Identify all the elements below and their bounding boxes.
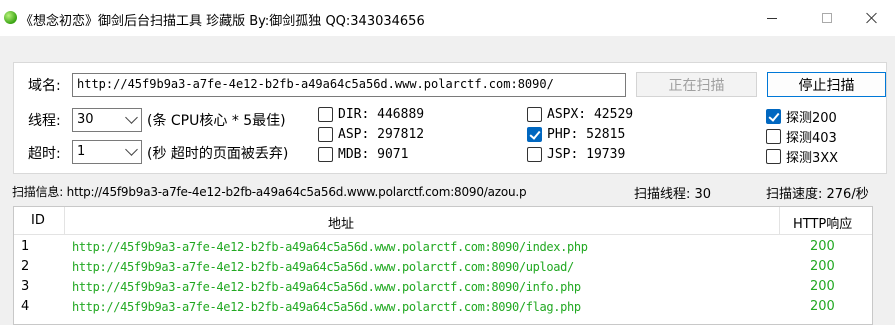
timeout-hint: (秒 超时的页面被丢弃) xyxy=(147,146,289,162)
row-url: http://45f9b9a3-a7fe-4e12-b2fb-a49a64c5a… xyxy=(72,280,581,294)
scan-threads: 扫描线程: 30 xyxy=(634,187,712,202)
checkbox-probe-3xx-label: 探测3XX xyxy=(786,151,839,166)
threads-hint: (条 CPU核心 * 5最佳) xyxy=(147,113,286,129)
checkbox-aspx[interactable]: ASPX: 42529 xyxy=(527,107,633,122)
row-id: 4 xyxy=(21,299,30,314)
threads-select[interactable]: 30 xyxy=(72,108,142,132)
timeout-value: 1 xyxy=(77,144,86,159)
chevron-down-icon xyxy=(125,143,138,156)
scrollbar[interactable] xyxy=(877,206,895,325)
checkbox-box[interactable] xyxy=(318,127,333,142)
timeout-label: 超时: xyxy=(28,146,61,162)
stop-scan-button[interactable]: 停止扫描 xyxy=(767,72,886,97)
checkbox-aspx-label: ASPX: 42529 xyxy=(547,107,634,122)
app-icon xyxy=(4,11,17,24)
checkbox-box[interactable] xyxy=(766,149,781,164)
checkbox-probe-403[interactable]: 探测403 xyxy=(766,127,837,146)
close-icon xyxy=(866,12,878,24)
checkbox-jsp-label: JSP: 19739 xyxy=(547,147,626,162)
minimize-icon xyxy=(767,17,777,19)
domain-label: 域名: xyxy=(28,78,61,94)
timeout-select[interactable]: 1 xyxy=(72,140,142,164)
checkbox-php-label: PHP: 52815 xyxy=(547,127,626,142)
checkbox-dir[interactable]: DIR: 446889 xyxy=(318,107,424,122)
close-button[interactable] xyxy=(849,0,895,36)
checkbox-box[interactable] xyxy=(766,129,781,144)
checkbox-mdb[interactable]: MDB: 9071 xyxy=(318,147,408,162)
checkbox-asp[interactable]: ASP: 297812 xyxy=(318,127,424,142)
table-row[interactable]: 2 http://45f9b9a3-a7fe-4e12-b2fb-a49a64c… xyxy=(14,257,872,277)
chevron-down-icon xyxy=(125,111,138,124)
row-id: 2 xyxy=(21,259,30,274)
checkbox-box[interactable] xyxy=(527,147,542,162)
checkbox-probe-3xx[interactable]: 探测3XX xyxy=(766,147,838,166)
checkbox-box[interactable] xyxy=(527,107,542,122)
results-header: ID 地址 HTTP响应 xyxy=(14,207,872,235)
minimize-button[interactable] xyxy=(749,0,795,36)
domain-input[interactable]: http://45f9b9a3-a7fe-4e12-b2fb-a49a64c5a… xyxy=(72,73,626,97)
row-id: 3 xyxy=(21,279,30,294)
scanning-button[interactable]: 正在扫描 xyxy=(636,72,757,97)
scan-speed: 扫描速度: 276/秒 xyxy=(766,187,869,202)
title-bar: 《想念初恋》御剑后台扫描工具 珍藏版 By:御剑孤独 QQ:343034656 xyxy=(0,0,895,36)
checkbox-probe-200-label: 探测200 xyxy=(786,111,837,126)
column-address[interactable]: 地址 xyxy=(328,213,354,232)
checkbox-php[interactable]: PHP: 52815 xyxy=(527,127,625,142)
row-status: 200 xyxy=(810,239,835,254)
column-divider[interactable] xyxy=(779,207,780,235)
checkbox-probe-403-label: 探测403 xyxy=(786,131,837,146)
row-status: 200 xyxy=(810,279,835,294)
maximize-button[interactable] xyxy=(804,0,850,36)
checkbox-dir-label: DIR: 446889 xyxy=(338,107,425,122)
row-url: http://45f9b9a3-a7fe-4e12-b2fb-a49a64c5a… xyxy=(72,240,588,254)
threads-label: 线程: xyxy=(28,113,61,129)
row-url: http://45f9b9a3-a7fe-4e12-b2fb-a49a64c5a… xyxy=(72,300,581,314)
table-row[interactable]: 1 http://45f9b9a3-a7fe-4e12-b2fb-a49a64c… xyxy=(14,237,872,257)
window-title: 《想念初恋》御剑后台扫描工具 珍藏版 By:御剑孤独 QQ:343034656 xyxy=(20,14,425,29)
column-divider[interactable] xyxy=(64,207,65,235)
column-id[interactable]: ID xyxy=(31,213,45,228)
row-url: http://45f9b9a3-a7fe-4e12-b2fb-a49a64c5a… xyxy=(72,260,574,274)
checkbox-box[interactable] xyxy=(318,147,333,162)
row-status: 200 xyxy=(810,259,835,274)
row-id: 1 xyxy=(21,239,30,254)
checkbox-asp-label: ASP: 297812 xyxy=(338,127,425,142)
checkbox-mdb-label: MDB: 9071 xyxy=(338,147,409,162)
checkbox-box-checked[interactable] xyxy=(527,127,542,142)
checkbox-box[interactable] xyxy=(318,107,333,122)
checkbox-jsp[interactable]: JSP: 19739 xyxy=(527,147,625,162)
row-status: 200 xyxy=(810,299,835,314)
maximize-icon xyxy=(822,13,832,23)
table-row[interactable]: 3 http://45f9b9a3-a7fe-4e12-b2fb-a49a64c… xyxy=(14,277,872,297)
checkbox-probe-200[interactable]: 探测200 xyxy=(766,107,837,126)
table-row[interactable]: 4 http://45f9b9a3-a7fe-4e12-b2fb-a49a64c… xyxy=(14,297,872,317)
column-http-status[interactable]: HTTP响应 xyxy=(793,213,852,232)
results-list[interactable]: ID 地址 HTTP响应 1 http://45f9b9a3-a7fe-4e12… xyxy=(13,206,873,325)
threads-value: 30 xyxy=(77,112,94,127)
checkbox-box-checked[interactable] xyxy=(766,109,781,124)
scan-info: 扫描信息: http://45f9b9a3-a7fe-4e12-b2fb-a49… xyxy=(12,185,527,199)
